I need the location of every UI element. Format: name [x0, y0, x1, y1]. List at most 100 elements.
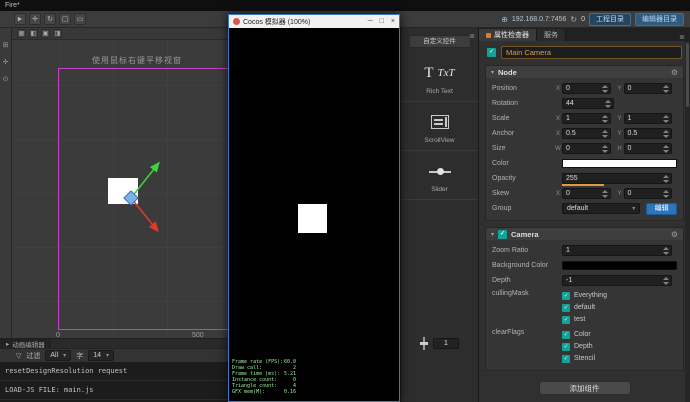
collapse-arrow-icon[interactable]: ▾	[491, 69, 494, 76]
node-active-checkbox[interactable]: ✓	[487, 48, 496, 57]
grid-toggle-icon[interactable]: ▦	[17, 29, 26, 38]
inspector-scrollbar[interactable]	[685, 41, 690, 402]
group-select[interactable]: default ▾	[562, 203, 641, 214]
size-row: Size W 0 H 0	[486, 141, 683, 156]
view-settings-icon[interactable]: ◨	[53, 29, 62, 38]
checkbox-checked-icon[interactable]: ✓	[562, 330, 570, 339]
stepper[interactable]	[663, 115, 670, 123]
zoom-icon[interactable]: ⊙	[3, 76, 9, 84]
stepper[interactable]	[601, 130, 609, 138]
editor-dir-button[interactable]: 编辑器目录	[635, 12, 684, 26]
camera-section-header[interactable]: ▾ ✓ Camera ⚙	[485, 227, 684, 240]
gizmo-y-arrow[interactable]	[130, 161, 160, 199]
stepper[interactable]	[601, 145, 609, 153]
select-tool-icon[interactable]: ►	[14, 13, 26, 25]
gallery-item-richtext[interactable]: T TxT Rich Text	[401, 53, 478, 102]
chevron-down-icon: ▾	[63, 353, 67, 359]
camera-enabled-checkbox[interactable]: ✓	[498, 229, 508, 239]
stepper[interactable]	[605, 100, 612, 108]
zoom-ratio-input[interactable]: 1	[562, 245, 672, 256]
tab-custom-widgets[interactable]: 自定义控件	[408, 35, 471, 48]
gear-icon[interactable]: ⚙	[671, 68, 678, 77]
rect-tool-icon[interactable]: ▭	[74, 13, 86, 25]
toolbar-right: ⊕ 192.168.0.7:7456 ↻ 0 工程目录 编辑器目录	[501, 12, 690, 26]
scale-x-input[interactable]: 1	[562, 113, 611, 124]
checkbox-checked-icon[interactable]: ✓	[562, 315, 570, 324]
checkbox-checked-icon[interactable]: ✓	[562, 303, 570, 312]
anchor-x-input[interactable]: 0.5	[562, 128, 611, 139]
add-component-button[interactable]: 添加组件	[538, 381, 631, 395]
stepper[interactable]	[663, 247, 670, 255]
tab-services[interactable]: 服务	[537, 29, 566, 41]
tab-properties[interactable]: 属性检查器	[479, 29, 537, 41]
page-input[interactable]: 1	[433, 338, 459, 349]
checkbox-checked-icon[interactable]: ✓	[562, 291, 570, 300]
clearflags-option[interactable]: ✓ Stencil	[562, 353, 595, 364]
panel-menu-icon[interactable]: ≣	[469, 32, 475, 40]
log-level-select[interactable]: All ▾	[45, 350, 72, 361]
gizmo-x-arrow[interactable]	[130, 197, 159, 233]
opacity-input[interactable]: 255	[562, 173, 672, 186]
stepper[interactable]	[601, 115, 609, 123]
layout-icon[interactable]: ⊞	[3, 42, 9, 50]
snap-toggle-icon[interactable]: ◧	[29, 29, 38, 38]
stepper[interactable]	[601, 85, 609, 93]
position-x-input[interactable]: 0	[562, 83, 611, 94]
position-y-input[interactable]: 0	[623, 83, 672, 94]
stepper[interactable]	[663, 85, 670, 93]
skew-x-input[interactable]: 0	[562, 188, 611, 199]
stepper[interactable]	[663, 190, 670, 198]
skew-y-input[interactable]: 0	[623, 188, 672, 199]
filter-icon[interactable]: ▽	[16, 352, 21, 360]
rotate-tool-icon[interactable]: ↻	[44, 13, 56, 25]
collapse-arrow-icon[interactable]: ▾	[491, 231, 494, 238]
simulator-titlebar[interactable]: Cocos 模拟器 (100%) ─ □ ×	[229, 15, 399, 28]
scale-tool-icon[interactable]: ▢	[59, 13, 71, 25]
opacity-slider[interactable]	[562, 184, 604, 186]
gear-icon[interactable]: ⚙	[671, 230, 678, 239]
clearflags-option[interactable]: ✓ Color	[562, 329, 595, 340]
tab-animation-editor[interactable]: ▸ 动画编辑器	[0, 339, 51, 349]
cullingmask-option[interactable]: ✓ default	[562, 302, 607, 313]
rotation-input[interactable]: 44	[562, 98, 614, 109]
scale-y-input[interactable]: 1	[623, 113, 672, 124]
background-color-swatch[interactable]	[562, 261, 677, 270]
stepper[interactable]	[663, 145, 670, 153]
move-tool-icon[interactable]: ✛	[29, 13, 41, 25]
depth-input[interactable]: -1	[562, 275, 672, 286]
node-name-field[interactable]: Main Camera	[501, 46, 682, 59]
close-icon[interactable]: ×	[391, 18, 395, 25]
camera-view-icon[interactable]: ▣	[41, 29, 50, 38]
stepper[interactable]	[663, 175, 670, 183]
pan-icon[interactable]: ✛	[3, 59, 9, 67]
stepper[interactable]	[601, 190, 609, 198]
label-icon: T	[424, 64, 434, 81]
minimize-icon[interactable]: ─	[368, 18, 373, 25]
cullingmask-option[interactable]: ✓ test	[562, 314, 607, 325]
chevron-down-icon: ▾	[105, 353, 109, 359]
font-size-select[interactable]: 14 ▾	[88, 350, 114, 361]
stepper[interactable]	[663, 130, 670, 138]
size-w-input[interactable]: 0	[562, 143, 611, 154]
anchor-y-input[interactable]: 0.5	[623, 128, 672, 139]
stepper[interactable]	[663, 277, 670, 285]
gallery-item-scrollview[interactable]: ScrollView	[401, 102, 478, 151]
clearflags-label: clearFlags	[492, 329, 525, 336]
group-edit-button[interactable]: 编辑	[646, 202, 677, 215]
simulator-sprite	[298, 204, 327, 233]
panel-menu-icon[interactable]: ≣	[679, 33, 690, 41]
refresh-icon[interactable]: ↻	[570, 15, 577, 24]
clearflags-option[interactable]: ✓ Depth	[562, 341, 595, 352]
size-h-input[interactable]: 0	[623, 143, 672, 154]
font-size-value: 14	[93, 352, 101, 359]
background-color-label: Background Color	[492, 262, 549, 269]
node-color-swatch[interactable]	[562, 159, 677, 168]
cullingmask-option[interactable]: ✓ Everything	[562, 290, 607, 301]
maximize-icon[interactable]: □	[380, 18, 384, 25]
checkbox-checked-icon[interactable]: ✓	[562, 342, 570, 351]
project-dir-button[interactable]: 工程目录	[589, 12, 631, 26]
checkbox-checked-icon[interactable]: ✓	[562, 354, 570, 363]
gallery-item-slider[interactable]: Slider	[401, 151, 478, 200]
scrollbar-thumb[interactable]	[686, 43, 689, 107]
node-section-header[interactable]: ▾ Node ⚙	[485, 65, 684, 78]
